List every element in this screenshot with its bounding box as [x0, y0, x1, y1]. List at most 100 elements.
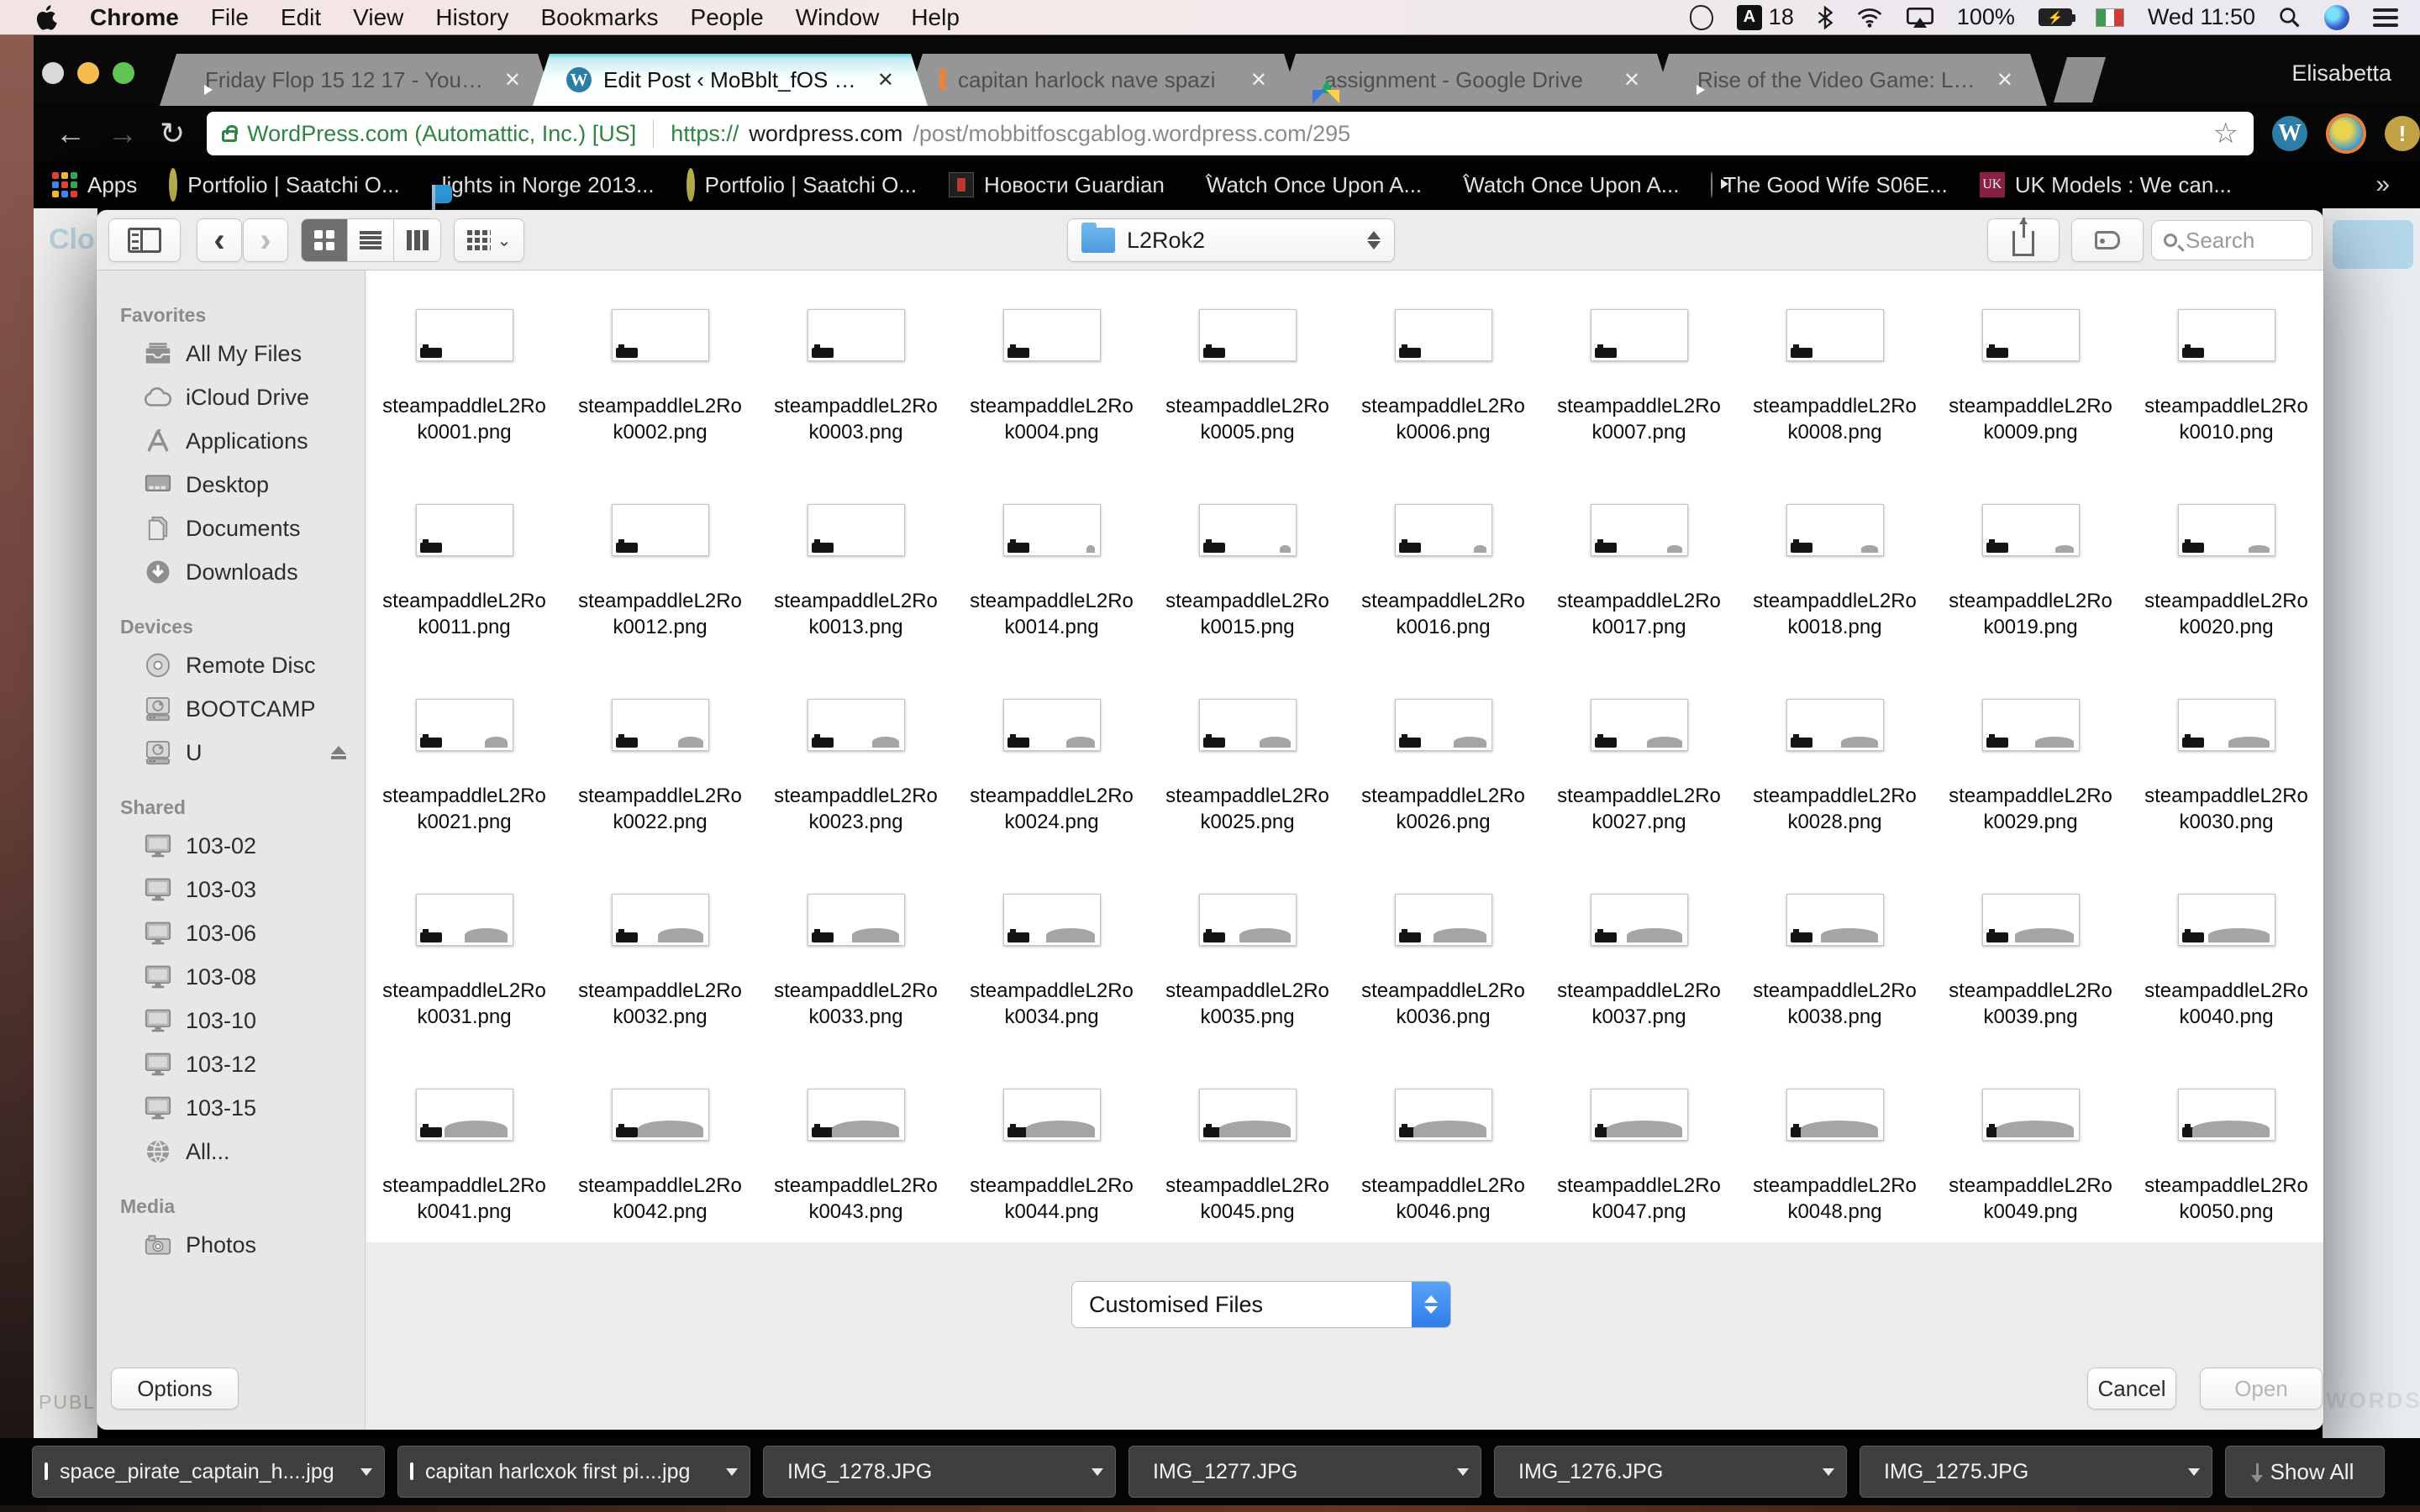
sidebar-item-all-my-files[interactable]: All My Files: [97, 332, 365, 375]
file-item[interactable]: steampaddleL2Rok0034.png: [954, 894, 1150, 1089]
download-menu-caret[interactable]: [2188, 1468, 2200, 1476]
file-item[interactable]: steampaddleL2Rok0014.png: [954, 504, 1150, 699]
sidebar-item-103-02[interactable]: 103-02: [97, 824, 365, 868]
new-tab-button[interactable]: [2054, 57, 2106, 102]
file-item[interactable]: steampaddleL2Rok0035.png: [1150, 894, 1345, 1089]
sidebar-item-103-06[interactable]: 103-06: [97, 911, 365, 955]
sidebar-item-all-[interactable]: All...: [97, 1130, 365, 1173]
file-item[interactable]: steampaddleL2Rok0032.png: [562, 894, 758, 1089]
file-item[interactable]: steampaddleL2Rok0029.png: [1933, 699, 2128, 894]
menu-window[interactable]: Window: [780, 4, 896, 31]
sidebar-item-103-15[interactable]: 103-15: [97, 1086, 365, 1130]
tab-close-icon[interactable]: ✕: [1623, 68, 1640, 92]
notification-center-icon[interactable]: [2373, 8, 2398, 27]
file-item[interactable]: steampaddleL2Rok0006.png: [1345, 309, 1541, 504]
download-menu-caret[interactable]: [1823, 1468, 1834, 1476]
wifi-icon[interactable]: [1856, 8, 1883, 28]
adobe-icon[interactable]: A: [1737, 5, 1762, 30]
file-item[interactable]: steampaddleL2Rok0024.png: [954, 699, 1150, 894]
file-item[interactable]: steampaddleL2Rok0028.png: [1737, 699, 1933, 894]
file-item[interactable]: steampaddleL2Rok0010.png: [2128, 309, 2323, 504]
globe-extension-icon[interactable]: [2329, 117, 2363, 150]
security-label[interactable]: WordPress.com (Automattic, Inc.) [US]: [247, 121, 636, 147]
file-item[interactable]: steampaddleL2Rok0003.png: [758, 309, 954, 504]
eject-icon[interactable]: [331, 746, 346, 759]
file-item[interactable]: steampaddleL2Rok0004.png: [954, 309, 1150, 504]
sidebar-item-documents[interactable]: Documents: [97, 507, 365, 550]
sidebar-item-103-10[interactable]: 103-10: [97, 999, 365, 1042]
bookmark-item[interactable]: lights in Norge 2013...: [432, 172, 655, 198]
menu-people[interactable]: People: [675, 4, 780, 31]
file-item[interactable]: steampaddleL2Rok0021.png: [366, 699, 562, 894]
sidebar-item-bootcamp[interactable]: BOOTCAMP: [97, 687, 365, 731]
omnibox[interactable]: WordPress.com (Automattic, Inc.) [US] ht…: [207, 112, 2254, 155]
downloaded-file-button[interactable]: space_pirate_captain_h....jpg: [32, 1446, 385, 1498]
file-item[interactable]: steampaddleL2Rok0005.png: [1150, 309, 1345, 504]
file-item[interactable]: steampaddleL2Rok0039.png: [1933, 894, 2128, 1089]
tags-button[interactable]: [2071, 218, 2144, 262]
search-input[interactable]: Search: [2151, 220, 2312, 260]
bookmark-star-icon[interactable]: ☆: [2213, 117, 2238, 150]
bookmarks-overflow-chevron[interactable]: »: [2375, 171, 2390, 199]
spotlight-icon[interactable]: [2279, 7, 2301, 29]
download-menu-caret[interactable]: [726, 1468, 738, 1476]
file-item[interactable]: steampaddleL2Rok0001.png: [366, 309, 562, 504]
file-item[interactable]: steampaddleL2Rok0042.png: [562, 1089, 758, 1242]
file-item[interactable]: steampaddleL2Rok0040.png: [2128, 894, 2323, 1089]
file-item[interactable]: steampaddleL2Rok0025.png: [1150, 699, 1345, 894]
browser-tab[interactable]: Rise of the Video Game: Leve ✕: [1652, 54, 2047, 106]
minimize-window-button[interactable]: [77, 62, 99, 84]
open-button[interactable]: Open: [2200, 1368, 2323, 1410]
file-item[interactable]: steampaddleL2Rok0027.png: [1541, 699, 1737, 894]
file-item[interactable]: steampaddleL2Rok0015.png: [1150, 504, 1345, 699]
format-select[interactable]: Customised Files: [1071, 1281, 1451, 1328]
file-item[interactable]: steampaddleL2Rok0041.png: [366, 1089, 562, 1242]
sidebar-item-103-03[interactable]: 103-03: [97, 868, 365, 911]
file-item[interactable]: steampaddleL2Rok0046.png: [1345, 1089, 1541, 1242]
options-button[interactable]: Options: [111, 1368, 239, 1410]
airplay-icon[interactable]: [1907, 8, 1933, 28]
arrange-button[interactable]: ⌄: [454, 218, 524, 262]
sidebar-item-photos[interactable]: Photos: [97, 1223, 365, 1267]
close-window-button[interactable]: [42, 62, 64, 84]
menu-history[interactable]: History: [419, 4, 524, 31]
file-item[interactable]: steampaddleL2Rok0013.png: [758, 504, 954, 699]
sidebar-item-icloud-drive[interactable]: iCloud Drive: [97, 375, 365, 419]
file-item[interactable]: steampaddleL2Rok0031.png: [366, 894, 562, 1089]
file-item[interactable]: steampaddleL2Rok0017.png: [1541, 504, 1737, 699]
italian-flag-icon[interactable]: [2096, 8, 2124, 27]
column-view-button[interactable]: [394, 219, 440, 261]
downloaded-file-button[interactable]: IMG_1276.JPG: [1494, 1446, 1847, 1498]
downloaded-file-button[interactable]: IMG_1275.JPG: [1860, 1446, 2212, 1498]
file-item[interactable]: steampaddleL2Rok0050.png: [2128, 1089, 2323, 1242]
tab-close-icon[interactable]: ✕: [1996, 68, 2013, 92]
menu-view[interactable]: View: [337, 4, 419, 31]
file-item[interactable]: steampaddleL2Rok0048.png: [1737, 1089, 1933, 1242]
browser-tab[interactable]: W Edit Post ‹ MoBblt_fOS CGA – ✕: [533, 54, 928, 106]
download-menu-caret[interactable]: [1092, 1468, 1103, 1476]
file-item[interactable]: steampaddleL2Rok0037.png: [1541, 894, 1737, 1089]
file-item[interactable]: steampaddleL2Rok0045.png: [1150, 1089, 1345, 1242]
outline-app-icon[interactable]: [1690, 5, 1713, 30]
browser-tab[interactable]: Friday Flop 15 12 17 - YouTube ✕: [160, 54, 555, 106]
browser-tab[interactable]: assignment - Google Drive ✕: [1279, 54, 1674, 106]
sidebar-item-103-08[interactable]: 103-08: [97, 955, 365, 999]
file-item[interactable]: steampaddleL2Rok0009.png: [1933, 309, 2128, 504]
back-icon[interactable]: ←: [55, 116, 86, 151]
download-menu-caret[interactable]: [360, 1468, 372, 1476]
bookmark-item[interactable]: Portfolio | Saatchi O...: [687, 172, 917, 198]
folder-popup-button[interactable]: L2Rok2: [1067, 218, 1395, 262]
apple-menu-icon[interactable]: [20, 5, 74, 30]
tab-close-icon[interactable]: ✕: [1250, 68, 1267, 92]
file-item[interactable]: steampaddleL2Rok0023.png: [758, 699, 954, 894]
profile-name[interactable]: Elisabetta: [2291, 60, 2391, 87]
file-item[interactable]: steampaddleL2Rok0016.png: [1345, 504, 1541, 699]
forward-icon[interactable]: →: [108, 116, 138, 151]
toggle-sidebar-button[interactable]: [108, 218, 181, 262]
reload-icon[interactable]: ↻: [160, 116, 185, 151]
bookmark-item[interactable]: Watch Once Upon A...: [1197, 172, 1422, 198]
file-item[interactable]: steampaddleL2Rok0026.png: [1345, 699, 1541, 894]
sidebar-item-downloads[interactable]: Downloads: [97, 550, 365, 594]
file-item[interactable]: steampaddleL2Rok0002.png: [562, 309, 758, 504]
file-item[interactable]: steampaddleL2Rok0007.png: [1541, 309, 1737, 504]
